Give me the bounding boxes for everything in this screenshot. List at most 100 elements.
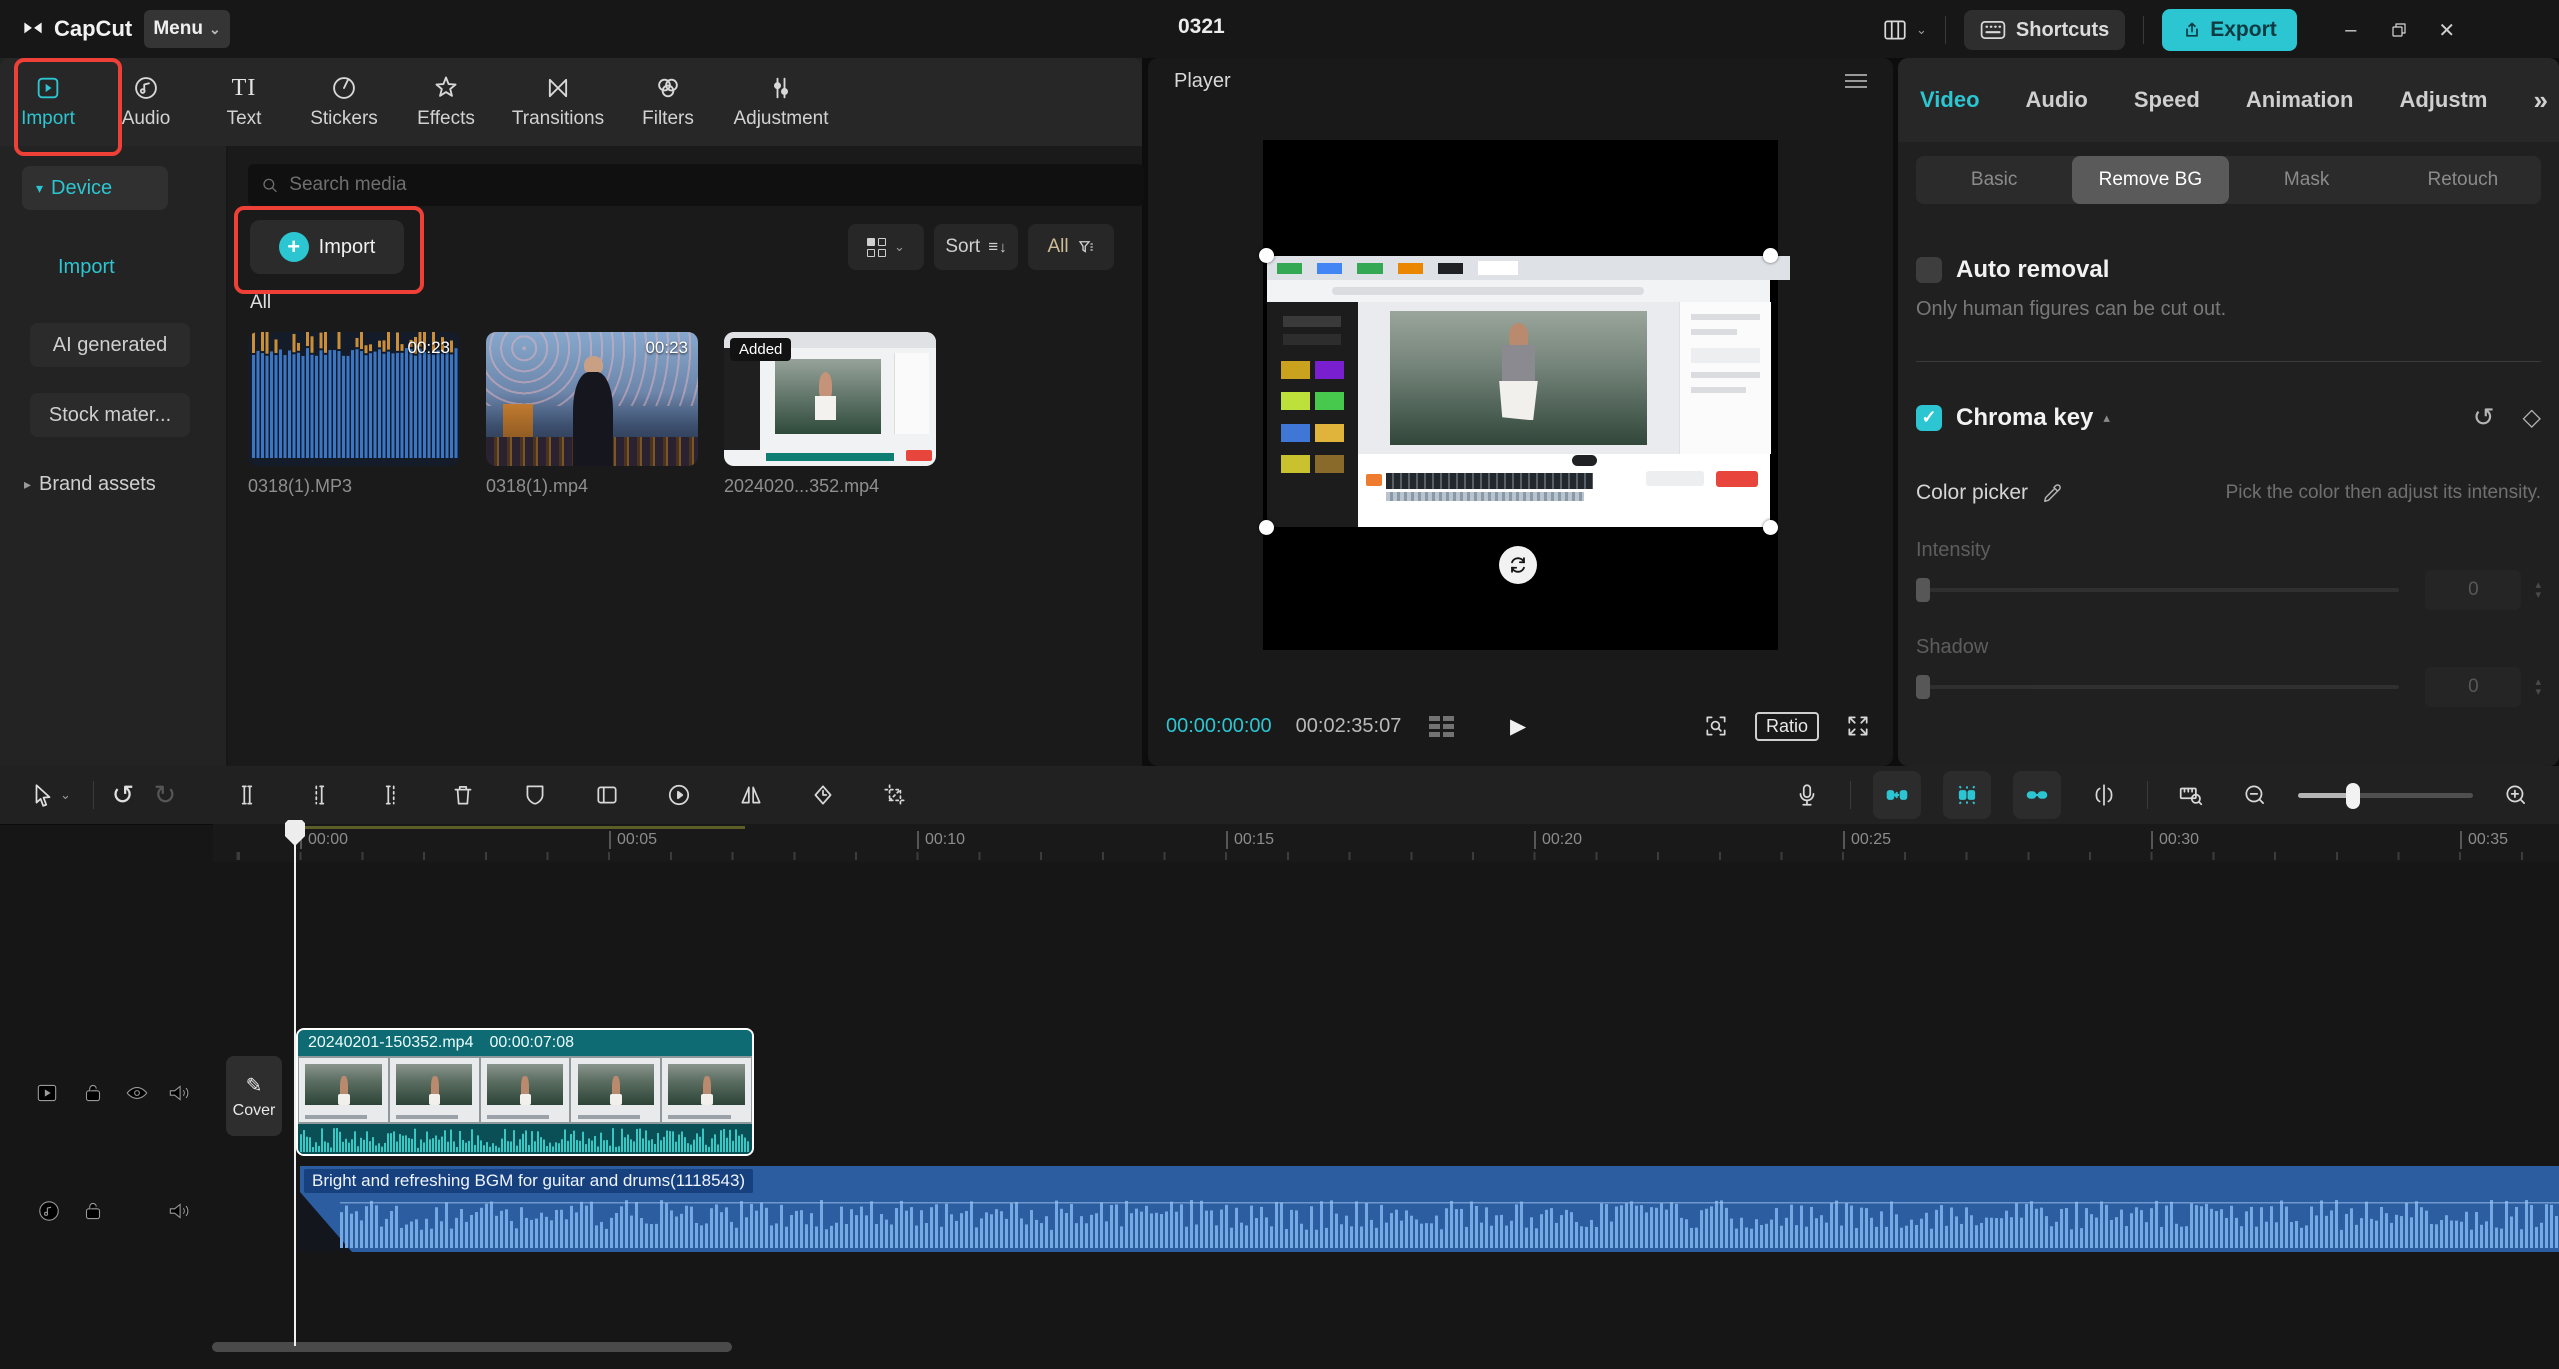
subtab-mask[interactable]: Mask xyxy=(2229,156,2385,204)
undo-button[interactable]: ↺ xyxy=(102,774,144,816)
fullscreen-icon[interactable] xyxy=(1845,713,1871,739)
link-toggle[interactable] xyxy=(2013,771,2061,819)
view-mode-button[interactable]: ⌄ xyxy=(848,224,924,270)
redo-button[interactable]: ↻ xyxy=(144,774,186,816)
media-item-video[interactable]: 00:23 0318(1).mp4 xyxy=(486,332,698,497)
shortcuts-button[interactable]: Shortcuts xyxy=(1964,10,2125,50)
shadow-stepper[interactable]: ▴▾ xyxy=(2535,677,2541,697)
selection-handle-top-right[interactable] xyxy=(1763,248,1778,263)
tab-video[interactable]: Video xyxy=(1920,87,1980,113)
added-badge: Added xyxy=(730,338,791,361)
restore-button[interactable] xyxy=(2379,10,2419,50)
sidebar-item-brand-assets[interactable]: ▸ Brand assets xyxy=(24,473,226,496)
play-button[interactable]: ▶ xyxy=(1510,714,1526,739)
intensity-value[interactable]: 0 xyxy=(2425,570,2521,610)
subtab-retouch[interactable]: Retouch xyxy=(2385,156,2541,204)
preview-frames-icon[interactable] xyxy=(1429,716,1454,737)
tab-audio-insp[interactable]: Audio xyxy=(2026,87,2088,113)
mask-tool[interactable] xyxy=(514,774,556,816)
main-track-magnet-toggle[interactable] xyxy=(1873,771,1921,819)
chroma-key-checkbox[interactable]: ✓ xyxy=(1916,405,1942,431)
selection-handle-bottom-left[interactable] xyxy=(1259,520,1274,535)
zoom-slider-handle[interactable] xyxy=(2346,783,2360,809)
minimize-button[interactable]: – xyxy=(2331,10,2371,50)
speed-tool[interactable] xyxy=(658,774,700,816)
mute-track-icon[interactable] xyxy=(166,1198,192,1224)
tab-effects[interactable]: Effects xyxy=(396,58,496,146)
layout-select-button[interactable]: ⌄ xyxy=(1880,17,1927,43)
menu-button[interactable]: Menu ⌄ xyxy=(144,10,230,48)
overlay-tool[interactable] xyxy=(586,774,628,816)
search-input[interactable] xyxy=(287,173,1132,197)
tab-adjustment-insp[interactable]: Adjustm xyxy=(2399,87,2487,113)
rotate-handle[interactable] xyxy=(1499,546,1537,584)
import-media-button[interactable]: + Import xyxy=(250,220,404,274)
select-tool[interactable]: ⌄ xyxy=(30,782,71,808)
selection-handle-bottom-right[interactable] xyxy=(1763,520,1778,535)
lock-icon[interactable] xyxy=(80,1080,106,1106)
media-item-audio[interactable]: 00:23 0318(1).MP3 xyxy=(248,332,460,497)
shadow-slider[interactable] xyxy=(1916,685,2399,689)
focus-preview-icon[interactable] xyxy=(1703,713,1729,739)
timeline-zoom-slider[interactable] xyxy=(2298,793,2473,798)
timeline-video-clip[interactable]: 20240201-150352.mp4 00:00:07:08 xyxy=(296,1028,754,1156)
split-tool[interactable] xyxy=(226,774,268,816)
sidebar-item-device[interactable]: ▾ Device xyxy=(22,166,168,210)
filter-button[interactable]: All xyxy=(1028,224,1114,270)
timeline-ruler[interactable]: 00:00 00:05 00:10 00:15 00:20 00:25 00:3… xyxy=(213,824,2559,862)
subtab-remove-bg[interactable]: Remove BG xyxy=(2072,156,2228,204)
auto-removal-checkbox[interactable] xyxy=(1916,257,1942,283)
mirror-tool[interactable] xyxy=(730,774,772,816)
preview-video-frame[interactable] xyxy=(1267,256,1770,527)
sort-button[interactable]: Sort ≡↓ xyxy=(934,224,1018,270)
tab-stickers[interactable]: Stickers xyxy=(292,58,396,146)
intensity-stepper[interactable]: ▴▾ xyxy=(2535,580,2541,600)
intensity-slider[interactable] xyxy=(1916,588,2399,592)
player-canvas[interactable] xyxy=(1263,140,1778,650)
hide-track-icon[interactable] xyxy=(124,1080,150,1106)
split-preview-icon[interactable] xyxy=(2083,774,2125,816)
shadow-value[interactable]: 0 xyxy=(2425,667,2521,707)
search-box[interactable] xyxy=(248,164,1144,206)
cover-button[interactable]: ✎ Cover xyxy=(226,1056,282,1136)
player-menu-icon[interactable] xyxy=(1845,74,1867,88)
tab-transitions[interactable]: Transitions xyxy=(496,58,620,146)
zoom-out-icon[interactable] xyxy=(2234,774,2276,816)
tab-animation[interactable]: Animation xyxy=(2246,87,2354,113)
keyframe-icon[interactable]: ◇ xyxy=(2523,403,2541,432)
sidebar-item-stock-materials[interactable]: Stock mater... xyxy=(30,393,190,437)
crop-tool[interactable] xyxy=(874,774,916,816)
eyedropper-icon[interactable] xyxy=(2042,482,2064,504)
tab-text[interactable]: TI Text xyxy=(196,58,292,146)
timeline-scrollbar[interactable] xyxy=(212,1342,732,1352)
ratio-button[interactable]: Ratio xyxy=(1755,712,1819,741)
delete-tool[interactable] xyxy=(442,774,484,816)
selection-handle-top-left[interactable] xyxy=(1259,248,1274,263)
timeline-ruler-icon[interactable] xyxy=(2170,774,2212,816)
tab-filters[interactable]: Filters xyxy=(620,58,716,146)
record-voiceover-icon[interactable] xyxy=(1786,774,1828,816)
reset-icon[interactable]: ↺ xyxy=(2473,402,2495,433)
tab-adjustment[interactable]: Adjustment xyxy=(716,58,846,146)
delete-right-tool[interactable] xyxy=(370,774,412,816)
tab-speed[interactable]: Speed xyxy=(2134,87,2200,113)
collapse-caret-icon[interactable]: ▴ xyxy=(2103,410,2110,426)
tab-import[interactable]: Import xyxy=(0,58,96,146)
rotate-tool[interactable] xyxy=(802,774,844,816)
tab-audio[interactable]: Audio xyxy=(96,58,196,146)
lock-icon[interactable] xyxy=(80,1198,106,1224)
current-time: 00:00:00:00 xyxy=(1166,715,1272,738)
sidebar-item-ai-generated[interactable]: AI generated xyxy=(30,323,190,367)
delete-left-tool[interactable] xyxy=(298,774,340,816)
filter-funnel-icon xyxy=(1077,238,1095,256)
zoom-in-icon[interactable] xyxy=(2495,774,2537,816)
sidebar-item-import[interactable]: Import xyxy=(58,256,226,279)
media-item-video-added[interactable]: Added 2024020...352.mp4 xyxy=(724,332,936,497)
timeline-audio-clip[interactable]: Bright and refreshing BGM for guitar and… xyxy=(300,1166,2559,1252)
mute-track-icon[interactable] xyxy=(166,1080,192,1106)
close-button[interactable]: ✕ xyxy=(2427,10,2467,50)
export-button[interactable]: Export xyxy=(2162,9,2297,51)
subtab-basic[interactable]: Basic xyxy=(1916,156,2072,204)
tabs-overflow-icon[interactable]: » xyxy=(2533,85,2547,116)
auto-snap-toggle[interactable] xyxy=(1943,771,1991,819)
